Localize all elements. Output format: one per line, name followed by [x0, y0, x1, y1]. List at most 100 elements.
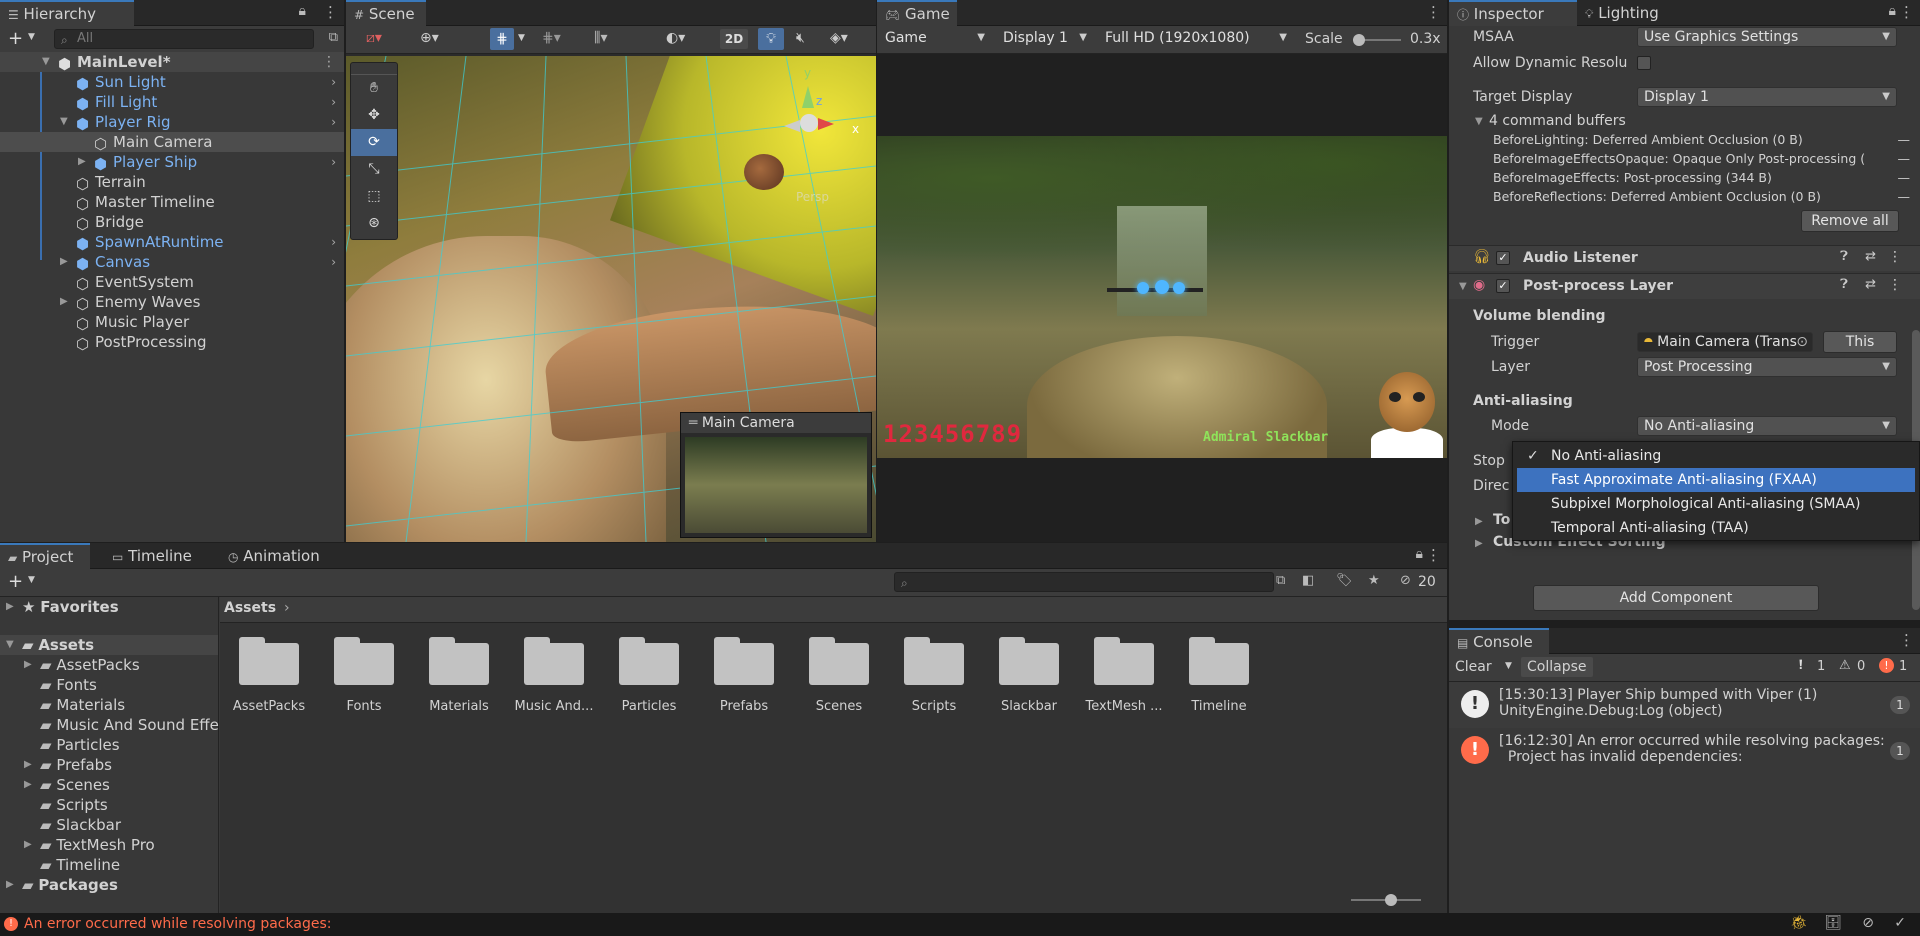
menu-item-taa[interactable]: Temporal Anti-aliasing (TAA)	[1517, 516, 1915, 540]
help-icon[interactable]: ❓︎	[1840, 277, 1848, 292]
more-menu-icon[interactable]: ⋮	[1899, 631, 1914, 649]
folder-music[interactable]: Music And...	[509, 637, 599, 714]
folder-fonts[interactable]: Fonts	[319, 637, 409, 714]
menu-item-fxaa[interactable]: Fast Approximate Anti-aliasing (FXAA)	[1517, 468, 1915, 492]
hierarchy-item-player-rig[interactable]: ▼ ⬢ Player Rig ›	[0, 112, 344, 133]
tab-hierarchy[interactable]: ☰ Hierarchy	[0, 0, 134, 26]
hierarchy-item-sun-light[interactable]: ⬢ Sun Light ›	[0, 72, 344, 93]
hierarchy-item-enemy-waves[interactable]: ▶ ⬡ Enemy Waves	[0, 292, 344, 313]
hand-tool-icon[interactable]: ✋︎	[351, 75, 397, 102]
tab-lighting[interactable]: 💡︎ Lighting	[1577, 0, 1687, 26]
component-menu-icon[interactable]: ⋮	[1888, 249, 1902, 265]
more-menu-icon[interactable]: ⋮	[1899, 3, 1914, 21]
collapse-arrow-icon[interactable]: ▶	[60, 252, 68, 272]
trigger-object-field[interactable]: ⯊ Main Camera (Trans ⊙	[1637, 332, 1813, 352]
display-dropdown[interactable]: Display 1 ▼	[997, 29, 1093, 49]
thumbnail-size-slider[interactable]	[1351, 894, 1421, 906]
tree-folder-fonts[interactable]: ▰ Fonts	[0, 675, 218, 695]
clear-button[interactable]: Clear	[1455, 659, 1492, 675]
tree-folder-music[interactable]: ▰ Music And Sound Effe	[0, 715, 219, 735]
resolution-dropdown[interactable]: Full HD (1920x1080) ▼	[1099, 29, 1293, 49]
error-filter-icon[interactable]: !	[1879, 658, 1894, 673]
help-icon[interactable]: ❓︎	[1840, 249, 1848, 264]
move-tool-icon[interactable]: ✥	[351, 102, 397, 129]
search-by-type-icon[interactable]: ⧉	[1276, 573, 1285, 588]
expand-arrow-icon[interactable]: ▼	[1459, 281, 1467, 292]
folder-materials[interactable]: Materials	[414, 637, 504, 714]
dynamic-resolution-checkbox[interactable]	[1637, 56, 1651, 70]
hierarchy-item-event-system[interactable]: ⬡ EventSystem	[0, 272, 344, 293]
scene-gizmo[interactable]: y z x Persp	[766, 66, 866, 204]
folder-prefabs[interactable]: Prefabs	[699, 637, 789, 714]
remove-buffer-button[interactable]: —	[1898, 151, 1911, 166]
network-icon[interactable]: ⊘	[1862, 915, 1874, 931]
increment-snap-icon[interactable]: ⋕▾	[542, 30, 561, 46]
hierarchy-item-master-timeline[interactable]: ⬡ Master Timeline	[0, 192, 344, 213]
tree-folder-scenes[interactable]: ▶ ▰ Scenes	[0, 775, 218, 795]
hierarchy-item-canvas[interactable]: ▶ ⬢ Canvas ›	[0, 252, 344, 273]
hierarchy-item-main-camera[interactable]: ⬡ Main Camera	[0, 132, 344, 153]
tree-folder-timeline[interactable]: ▰ Timeline	[0, 855, 218, 875]
label-tag-icon[interactable]: 🏷︎	[1336, 573, 1353, 588]
game-viewport[interactable]: 123456789 Admiral Slackbar	[877, 136, 1447, 458]
collapse-button[interactable]: Collapse	[1521, 657, 1593, 677]
chevron-right-icon[interactable]: ›	[331, 72, 336, 92]
tree-folder-scripts[interactable]: ▰ Scripts	[0, 795, 218, 815]
anti-aliasing-mode-dropdown[interactable]: No Anti-aliasing ▼	[1637, 416, 1897, 436]
hierarchy-item-bridge[interactable]: ⬡ Bridge	[0, 212, 344, 233]
post-process-layer-header[interactable]: ▼ ◉ ✓ Post-process Layer ❓︎ ⇄ ⋮	[1449, 273, 1920, 299]
chevron-right-icon[interactable]: ›	[331, 112, 336, 132]
filter-by-type-icon[interactable]: ◧	[1302, 573, 1314, 588]
menu-item-smaa[interactable]: Subpixel Morphological Anti-aliasing (SM…	[1517, 492, 1915, 516]
remove-buffer-button[interactable]: —	[1898, 170, 1911, 185]
breadcrumb-assets[interactable]: Assets	[224, 600, 276, 616]
layer-dropdown[interactable]: Post Processing ▼	[1637, 357, 1897, 377]
thumbnail-size-thumb[interactable]	[1385, 894, 1397, 906]
hierarchy-item-spawn-at-runtime[interactable]: ⬢ SpawnAtRuntime ›	[0, 232, 344, 253]
collapse-arrow-icon[interactable]: ▶	[24, 655, 32, 675]
expand-arrow-icon[interactable]: ▼	[60, 112, 68, 132]
assets-root-row[interactable]: ▼ ▰ Assets	[0, 635, 218, 655]
expand-arrow-icon[interactable]: ▼	[1475, 116, 1483, 127]
scale-tool-icon[interactable]: ⤡	[351, 156, 397, 183]
more-menu-icon[interactable]: ⋮	[323, 3, 338, 21]
log-filter-icon[interactable]: ❗︎	[1799, 658, 1803, 673]
chevron-right-icon[interactable]: ›	[331, 152, 336, 172]
game-mode-dropdown[interactable]: Game ▼	[879, 29, 991, 49]
audio-listener-enabled-checkbox[interactable]: ✓	[1496, 251, 1510, 265]
collapse-arrow-icon[interactable]: ▶	[60, 292, 68, 312]
hierarchy-item-terrain[interactable]: ⬡ Terrain	[0, 172, 344, 193]
lock-icon[interactable]: 🔒︎	[1416, 546, 1423, 562]
kebab-menu-icon[interactable]: ⋮	[322, 52, 336, 72]
global-icon[interactable]: ⊕▾	[420, 30, 439, 46]
draw-mode-icon[interactable]: ⧄▾	[366, 30, 382, 46]
menu-item-no-aa[interactable]: ✓ No Anti-aliasing	[1517, 444, 1915, 468]
collapse-arrow-icon[interactable]: ▶	[1475, 516, 1483, 527]
favorite-star-icon[interactable]: ★	[1368, 573, 1380, 588]
add-icon[interactable]: +	[8, 571, 23, 592]
tab-timeline[interactable]: ▭ Timeline	[104, 543, 214, 569]
hierarchy-search-input[interactable]: ⌕ All	[54, 29, 314, 49]
effects-icon[interactable]: ◈▾	[830, 30, 848, 46]
collapse-arrow-icon[interactable]: ▶	[6, 875, 14, 895]
chevron-down-icon[interactable]: ▼	[28, 575, 35, 585]
lock-icon[interactable]: 🔒︎	[299, 3, 306, 19]
add-icon[interactable]: +	[8, 28, 23, 49]
collapse-arrow-icon[interactable]: ▶	[24, 775, 32, 795]
audio-listener-header[interactable]: 🎧︎ ✓ Audio Listener ❓︎ ⇄ ⋮	[1449, 245, 1920, 271]
add-component-button[interactable]: Add Component	[1533, 585, 1819, 611]
post-process-enabled-checkbox[interactable]: ✓	[1496, 279, 1510, 293]
console-entry-log[interactable]: ! [15:30:13] Player Ship bumped with Vip…	[1449, 682, 1920, 728]
tree-folder-prefabs[interactable]: ▶ ▰ Prefabs	[0, 755, 218, 775]
progress-check-icon[interactable]: ✓	[1894, 915, 1906, 931]
folder-particles[interactable]: Particles	[604, 637, 694, 714]
transform-tool-icon[interactable]: ⊛	[351, 210, 397, 237]
cache-server-icon[interactable]: 🗄︎	[1824, 915, 1842, 931]
tree-folder-particles[interactable]: ▰ Particles	[0, 735, 218, 755]
scale-slider[interactable]	[1353, 34, 1401, 46]
tab-console[interactable]: ▤ Console	[1449, 628, 1549, 654]
shading-mode-icon[interactable]: ◐▾	[666, 30, 685, 46]
preset-icon[interactable]: ⇄	[1865, 249, 1876, 264]
target-display-dropdown[interactable]: Display 1 ▼	[1637, 87, 1897, 107]
project-search-input[interactable]: ⌕	[894, 572, 1274, 592]
